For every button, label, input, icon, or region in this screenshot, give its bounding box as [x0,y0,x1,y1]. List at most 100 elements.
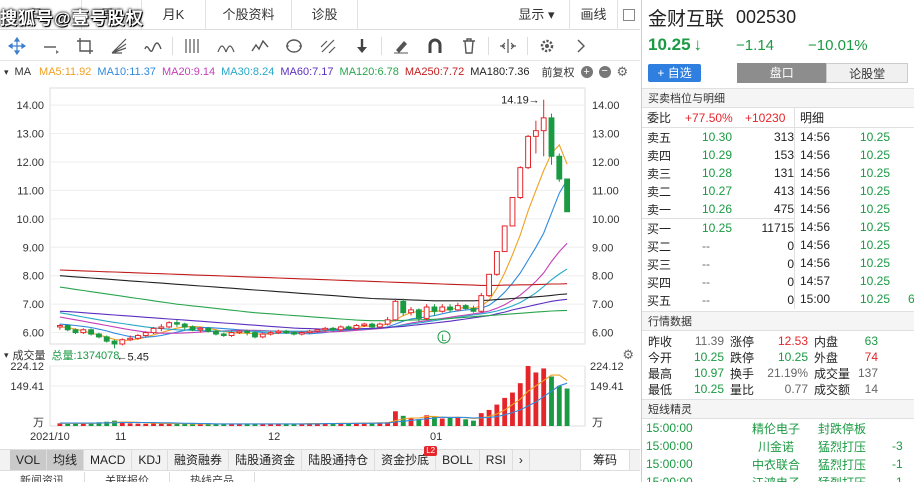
trend-tool[interactable] [243,33,277,59]
sprite-row[interactable]: 15:00:00 川金诺 猛烈打压 -3 [646,437,914,455]
ma-dropdown[interactable]: ▾ [4,67,9,78]
tab-rsi[interactable]: RSI [480,450,513,470]
tab-boll[interactable]: BOLL [436,450,480,470]
sprite-row[interactable]: 15:00:00 精伦电子 封跌停板 [646,419,914,437]
settings-tool[interactable] [530,33,564,59]
y-tick-label-right: 7.00 [592,299,613,311]
level-volume: 153 [773,148,794,162]
adjust-mode[interactable]: 前复权 [542,64,575,80]
sprite-row[interactable]: 15:00:00 江鸿电子猛烈打压-1 [646,473,914,482]
magnet-tool[interactable] [418,33,452,59]
close-box-icon[interactable] [623,9,635,21]
line-tool[interactable] [34,33,68,59]
zoom-out-icon[interactable]: − [598,66,611,78]
candle-body [56,325,63,328]
volume-gear-icon[interactable]: ⚙ [622,347,634,363]
detail-row: 14:56 10.25 [795,146,914,164]
tabs-more-button[interactable]: › [513,450,530,470]
compress-tool[interactable] [491,33,525,59]
tab-order-book[interactable]: 盘口 [737,63,827,83]
tab-draw-line[interactable]: 画线 [570,0,618,30]
order-level[interactable]: 卖五 10.30 313 [642,128,794,146]
vertical-lines-icon [185,38,199,53]
quote-row: 今开 10.25 跌停 10.25 外盘 74 [648,349,914,365]
tab-vol[interactable]: VOL [10,450,48,470]
crosshair-tool[interactable] [0,33,34,59]
tab-related[interactable]: 关联报价 [85,472,170,482]
cycle-tool[interactable] [209,33,243,59]
tab-monthly-k[interactable]: 月K [142,0,206,30]
fan-tool[interactable] [102,33,136,59]
sprites-list[interactable]: 15:00:00 精伦电子 封跌停板 15:00:00 川金诺 猛烈打压 -3 15:00:0… [642,419,914,482]
candle-body [95,333,102,338]
arrow-down-icon [357,38,367,53]
detail-price: 10.25 [860,166,891,180]
chevron-right-icon [577,39,585,52]
quote-row: 最高 10.97 换手 21.19% 成交量 137 [648,365,914,381]
tab-stock-profile[interactable]: 个股资料 [206,0,292,30]
date-label: 11 [115,431,127,443]
arrow-tool[interactable] [345,33,379,59]
volume-dropdown[interactable]: ▾ [4,350,9,361]
order-level[interactable]: 卖二 10.27 413 [642,182,794,200]
volume-bar [80,423,86,426]
tab-margin[interactable]: 融资融券 [168,450,230,470]
y-tick-label-right: 11.00 [592,185,619,197]
arrow-down-icon: ↓ [693,35,703,54]
add-watchlist-button[interactable]: + 自选 [648,64,702,82]
sprite-row[interactable]: 15:00:00 中衣联合 猛烈打压 -1 [646,455,914,473]
order-level[interactable]: 卖一 10.26 475 [642,200,794,218]
candle-body [525,135,532,169]
candle-body [532,130,539,137]
date-axis: 2021/10 11 12 01 [0,429,640,445]
wave-tool[interactable] [136,33,170,59]
quote-value: 10.25 [693,350,724,364]
tab-diagnose[interactable]: 诊股 [292,0,358,30]
y-tick-label-right: 14.00 [592,100,620,112]
tab-macd[interactable]: MACD [84,450,133,470]
rect-tool[interactable] [68,33,102,59]
order-level[interactable]: 买一 10.25 11715 [642,219,794,237]
trend-icon [251,39,269,51]
level-label: 卖四 [647,148,672,163]
tab-hotline[interactable]: 热线产品 [170,472,255,482]
y-tick-label-right: 13.00 [592,129,620,141]
order-level[interactable]: 买五 -- 0 [642,291,794,309]
tab-kdj[interactable]: KDJ [132,450,169,470]
tab-news[interactable]: 新闻资讯 [0,472,85,482]
tab-forum[interactable]: 论股堂 [826,63,908,83]
detail-time: 14:57 [800,274,831,288]
order-level[interactable]: 卖三 10.28 131 [642,164,794,182]
y-tick-label: 6.00 [23,328,44,340]
detail-price: 10.25 [860,238,891,252]
level-price: -- [702,257,710,271]
order-level[interactable]: 卖四 10.29 153 [642,146,794,164]
tab-bottom-fishing[interactable]: 资金抄底 L2 [375,446,438,470]
quote-value: 63 [864,334,878,348]
eraser-tool[interactable] [384,33,418,59]
kline-chart[interactable]: 14.00 14.00 13.00 13.00 12.00 12.00 11.00 11.00… [0,82,640,430]
candle-body [64,325,71,331]
chart-gear-icon[interactable]: ⚙ [617,64,629,80]
tab-hk-holding[interactable]: 陆股通持仓 [302,450,376,470]
quote-value: 10.97 [693,366,724,380]
chips-button[interactable]: 筹码 [579,450,630,470]
detail-list[interactable]: 14:56 10.25 14:56 10.25 14:56 10.25 14:56 10.25… [795,128,914,308]
compress-icon [500,38,516,53]
date-label: 2021/10 [30,431,70,443]
ellipse-tool[interactable] [277,33,311,59]
more-tool[interactable] [564,33,598,59]
tab-ma[interactable]: 均线 [47,450,85,470]
order-level[interactable]: 买三 -- 0 [642,255,794,273]
volume-bar [135,423,141,426]
order-level[interactable]: 买四 -- 0 [642,273,794,291]
fib-tool[interactable] [311,33,345,59]
window-controls[interactable] [618,0,640,30]
zoom-in-icon[interactable]: + [580,66,593,78]
order-level[interactable]: 买二 -- 0 [642,237,794,255]
bars-tool[interactable] [175,33,209,59]
display-dropdown[interactable]: 显示 ▾ [504,0,570,30]
candle-body [408,309,414,314]
delete-tool[interactable] [452,33,486,59]
tab-hk-flow[interactable]: 陆股通资金 [229,450,303,470]
